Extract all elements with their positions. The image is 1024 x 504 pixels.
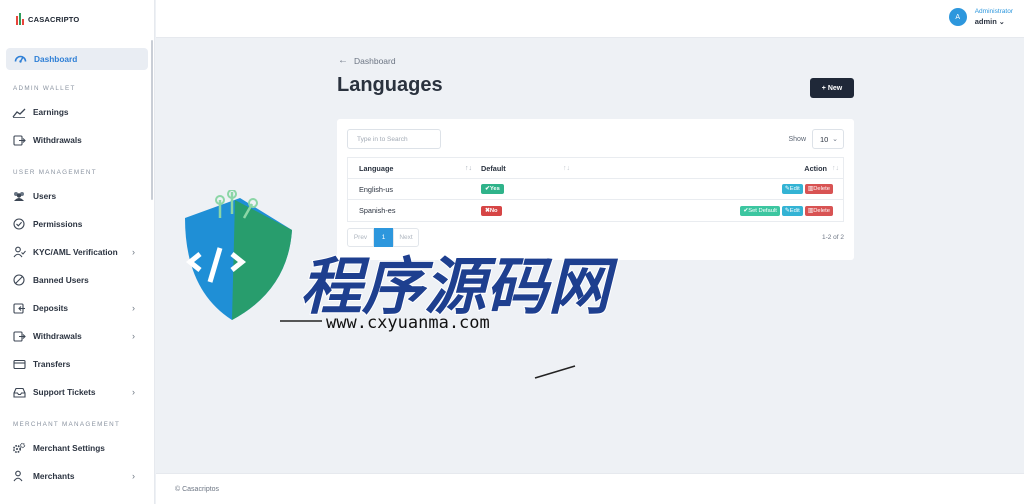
sidebar-item-deposits[interactable]: Deposits ›: [0, 294, 154, 322]
sidebar-item-label: Users: [33, 191, 57, 201]
withdraw-icon: [12, 134, 26, 146]
sidebar-item-label: Withdrawals: [33, 135, 82, 145]
new-button[interactable]: + New: [810, 78, 854, 98]
table-header: Language ↑↓ Default ↑↓ Action ↑↓: [348, 158, 843, 179]
language-cell: English-us: [359, 184, 394, 194]
page-size-control: Show 10 ⌄: [788, 129, 844, 149]
user-role: Administrator: [974, 8, 1013, 15]
default-badge-yes: ✔ Yes: [481, 184, 504, 194]
sidebar-item-withdrawals-wallet[interactable]: Withdrawals: [0, 126, 154, 154]
chevron-down-icon: ⌄: [998, 19, 1005, 26]
languages-table: Language ↑↓ Default ↑↓ Action ↑↓ English…: [347, 157, 844, 222]
brand-name: CASACRIPTO: [28, 14, 80, 24]
breadcrumb[interactable]: ← Dashboard: [338, 55, 396, 66]
ban-icon: [12, 274, 26, 286]
search-input[interactable]: Type in to Search: [347, 129, 441, 149]
sidebar-item-label: Merchant Settings: [33, 443, 105, 453]
pagination: Prev 1 Next: [347, 228, 419, 247]
inbox-icon: [12, 386, 26, 398]
sidebar-item-banned-users[interactable]: Banned Users: [0, 266, 154, 294]
sidebar-item-label: KYC/AML Verification: [33, 247, 118, 257]
withdraw-icon: [12, 330, 26, 342]
sidebar-item-support-tickets[interactable]: Support Tickets ›: [0, 378, 154, 406]
check-circle-icon: [12, 218, 26, 230]
avatar: A: [948, 8, 967, 26]
next-page-button[interactable]: Next: [393, 228, 419, 247]
user-icon: [12, 470, 26, 482]
column-header-default[interactable]: Default: [481, 164, 506, 173]
table-row: English-us ✔ Yes ✎ Edit ▥ Delete: [348, 179, 843, 200]
edit-button[interactable]: ✎ Edit: [781, 205, 803, 216]
user-name: admin ⌄: [974, 17, 1005, 26]
chevron-right-icon: ›: [132, 247, 135, 257]
sidebar-item-transfers[interactable]: Transfers: [0, 350, 154, 378]
sidebar-item-label: Dashboard: [34, 54, 78, 64]
delete-button[interactable]: ▥ Delete: [804, 205, 833, 216]
sidebar-item-label: Support Tickets: [33, 387, 96, 397]
sidebar-item-label: Earnings: [33, 107, 69, 117]
sort-icon: ↑↓: [832, 164, 839, 172]
brand-logo[interactable]: CASACRIPTO: [0, 0, 154, 38]
sort-icon[interactable]: ↑↓: [465, 165, 472, 172]
chevron-right-icon: ›: [132, 471, 135, 481]
chevron-right-icon: ›: [132, 387, 135, 397]
user-menu[interactable]: A Administrator admin ⌄: [948, 8, 1013, 26]
column-header-language[interactable]: Language: [359, 164, 393, 173]
chevron-right-icon: ›: [132, 303, 135, 313]
arrow-left-icon: ←: [338, 55, 348, 66]
languages-card: Type in to Search Show 10 ⌄ Language ↑↓ …: [337, 119, 854, 260]
row-actions: ✔ Set Default ✎ Edit ▥ Delete: [740, 205, 833, 216]
page-size-select[interactable]: 10 ⌄: [812, 129, 844, 149]
logo-icon: [16, 13, 24, 25]
sidebar-item-merchants[interactable]: Merchants ›: [0, 462, 154, 490]
prev-page-button[interactable]: Prev: [347, 228, 374, 247]
users-icon: [12, 190, 26, 202]
sidebar-item-label: Transfers: [33, 359, 71, 369]
section-admin-wallet: ADMIN WALLET: [13, 84, 76, 92]
sort-icon[interactable]: ↑↓: [563, 165, 570, 172]
sidebar-item-label: Merchants: [33, 471, 75, 481]
page-1-button[interactable]: 1: [374, 228, 393, 247]
sidebar-item-earnings[interactable]: Earnings: [0, 98, 154, 126]
topbar: A Administrator admin ⌄: [156, 0, 1024, 38]
table-row: Spanish-es ✖ No ✔ Set Default ✎ Edit ▥ Delet…: [348, 200, 843, 221]
row-actions: ✎ Edit ▥ Delete: [781, 184, 833, 194]
edit-button[interactable]: ✎ Edit: [781, 184, 803, 194]
chevron-down-icon: ⌄: [832, 136, 838, 143]
results-count: 1-2 of 2: [821, 234, 844, 241]
sidebar-item-label: Withdrawals: [33, 331, 82, 341]
transfer-icon: [12, 358, 26, 370]
column-header-action: Action: [804, 163, 827, 173]
sidebar-item-label: Deposits: [33, 303, 69, 313]
sidebar-item-dashboard[interactable]: Dashboard: [6, 48, 148, 70]
sidebar-item-permissions[interactable]: Permissions: [0, 210, 154, 238]
sidebar-item-label: Permissions: [33, 219, 83, 229]
user-check-icon: [12, 246, 26, 258]
default-badge-no: ✖ No: [481, 205, 502, 216]
page-size-value: 10: [820, 134, 829, 144]
sidebar: CASACRIPTO Dashboard ADMIN WALLET Earnin…: [0, 0, 155, 504]
sidebar-item-label: Banned Users: [33, 275, 89, 285]
deposit-icon: [12, 302, 26, 314]
gears-icon: [12, 442, 26, 454]
section-merchant-management: MERCHANT MANAGEMENT: [13, 420, 121, 428]
chart-line-icon: [12, 106, 26, 118]
sidebar-item-kyc[interactable]: KYC/AML Verification ›: [0, 238, 154, 266]
sidebar-item-users[interactable]: Users: [0, 182, 154, 210]
page-title: Languages: [337, 74, 443, 96]
show-label: Show: [788, 135, 806, 143]
sidebar-item-merchant-settings[interactable]: Merchant Settings: [0, 434, 154, 462]
chevron-right-icon: ›: [132, 331, 135, 341]
language-cell: Spanish-es: [359, 206, 396, 215]
breadcrumb-label: Dashboard: [354, 55, 396, 66]
set-default-button[interactable]: ✔ Set Default: [740, 205, 780, 216]
dashboard-icon: [14, 50, 27, 68]
section-user-management: USER MANAGEMENT: [13, 168, 97, 176]
footer-text: © Casacriptos: [175, 486, 220, 493]
sidebar-item-withdrawals[interactable]: Withdrawals ›: [0, 322, 154, 350]
svg-text:程序源码网: 程序源码网: [300, 250, 619, 323]
delete-button[interactable]: ▥ Delete: [804, 184, 833, 194]
svg-text:www.cxyuanma.com: www.cxyuanma.com: [326, 313, 490, 333]
footer: © Casacriptos: [156, 473, 1024, 504]
